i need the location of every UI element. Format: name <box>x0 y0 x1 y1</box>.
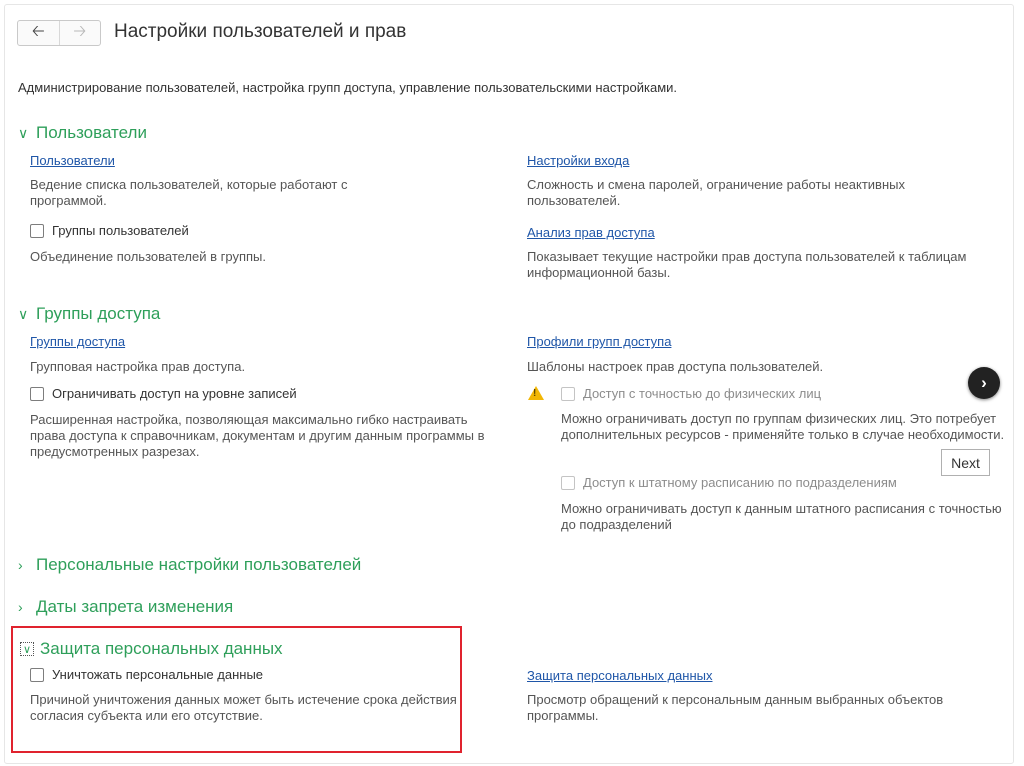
rights-analysis-link[interactable]: Анализ прав доступа <box>527 225 655 240</box>
staffing-access-label: Доступ к штатному расписанию по подразде… <box>583 475 897 490</box>
highlight-frame <box>11 626 462 753</box>
chevron-right-icon: › <box>981 373 987 392</box>
user-groups-checkbox[interactable]: Группы пользователей <box>30 223 189 238</box>
warning-exclamation: ! <box>533 388 537 399</box>
checkbox-box <box>561 475 575 490</box>
access-groups-link[interactable]: Группы доступа <box>30 334 125 349</box>
section-change-prohibition-header[interactable]: › Даты запрета изменения <box>18 597 233 617</box>
personal-data-protection-help: Просмотр обращений к персональным данным… <box>527 692 944 723</box>
user-groups-help: Объединение пользователей в группы. <box>30 249 266 264</box>
chevron-right-icon: › <box>18 599 23 615</box>
section-personal-settings-title: Персональные настройки пользователей <box>36 555 362 574</box>
chevron-right-icon: › <box>18 557 23 573</box>
access-profiles-link[interactable]: Профили групп доступа <box>527 334 671 349</box>
checkbox-box <box>561 386 575 401</box>
back-arrow-icon[interactable]: 🡠 <box>18 21 59 45</box>
navigation-buttons: 🡠 🡢 <box>17 20 101 46</box>
section-users-header[interactable]: ∨ Пользователи <box>18 123 147 143</box>
record-level-label: Ограничивать доступ на уровне записей <box>52 386 297 401</box>
personal-data-protection-link[interactable]: Защита персональных данных <box>527 668 713 683</box>
checkbox-box <box>30 223 44 238</box>
staffing-access-help: Можно ограничивать доступ к данным штатн… <box>561 501 1002 532</box>
record-level-help: Расширенная настройка, позволяющая макси… <box>30 412 485 459</box>
section-access-groups-title: Группы доступа <box>36 304 161 323</box>
user-groups-label: Группы пользователей <box>52 223 189 238</box>
forward-arrow-icon[interactable]: 🡢 <box>58 21 101 45</box>
chevron-down-icon: ∨ <box>18 305 29 322</box>
rights-analysis-help: Показывает текущие настройки прав доступ… <box>527 249 967 280</box>
individuals-access-help: Можно ограничивать доступ по группам физ… <box>561 411 1005 442</box>
next-circle-button[interactable]: › <box>968 367 1000 399</box>
staffing-access-checkbox[interactable]: Доступ к штатному расписанию по подразде… <box>561 475 897 490</box>
section-access-groups-header[interactable]: ∨ Группы доступа <box>18 304 160 324</box>
page-description: Администрирование пользователей, настрой… <box>18 80 678 95</box>
chevron-down-icon: ∨ <box>18 124 29 141</box>
login-settings-link[interactable]: Настройки входа <box>527 153 629 168</box>
users-help: Ведение списка пользователей, которые ра… <box>30 177 348 208</box>
section-change-prohibition-title: Даты запрета изменения <box>36 597 234 616</box>
individuals-access-label: Доступ с точностью до физических лиц <box>583 386 822 401</box>
next-tooltip[interactable]: Next <box>941 449 990 476</box>
record-level-checkbox[interactable]: Ограничивать доступ на уровне записей <box>30 386 297 401</box>
section-users-title: Пользователи <box>36 123 147 142</box>
checkbox-box <box>30 386 44 401</box>
users-link[interactable]: Пользователи <box>30 153 115 168</box>
access-groups-help: Групповая настройка прав доступа. <box>30 359 246 374</box>
page-title: Настройки пользователей и прав <box>114 21 407 42</box>
individuals-access-checkbox[interactable]: Доступ с точностью до физических лиц <box>561 386 821 401</box>
section-personal-settings-header[interactable]: › Персональные настройки пользователей <box>18 555 361 575</box>
access-profiles-help: Шаблоны настроек прав доступа пользовате… <box>527 359 824 374</box>
login-settings-help: Сложность и смена паролей, ограничение р… <box>527 177 905 208</box>
